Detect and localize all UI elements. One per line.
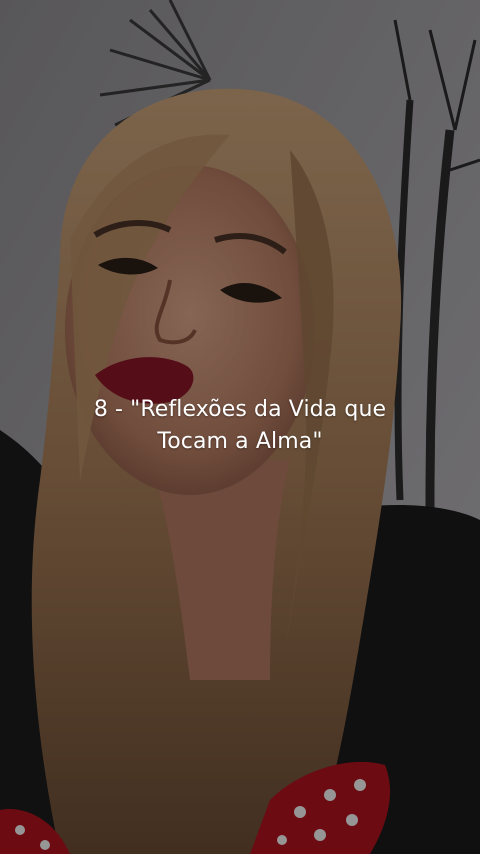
video-frame: 8 - "Reflexões da Vida que Tocam a Alma"	[0, 0, 480, 854]
caption-line-1: 8 - "Reflexões da Vida que	[93, 397, 387, 422]
caption-line-2: Tocam a Alma"	[157, 429, 323, 454]
caption-text: 8 - "Reflexões da Vida que Tocam a Alma"	[40, 394, 440, 458]
